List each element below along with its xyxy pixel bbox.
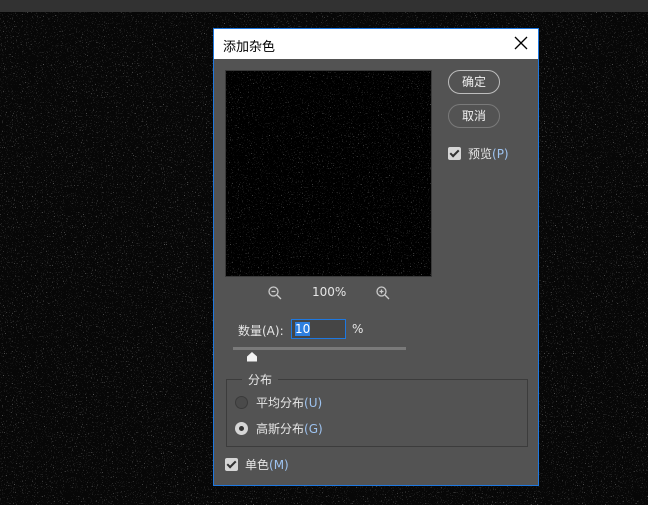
monochromatic-text: 单色 bbox=[245, 458, 270, 472]
gaussian-radio[interactable] bbox=[235, 422, 248, 435]
amount-slider-track[interactable] bbox=[233, 347, 406, 350]
amount-unit: % bbox=[352, 322, 364, 336]
preview-image[interactable] bbox=[225, 70, 432, 277]
preview-checkbox[interactable] bbox=[448, 147, 461, 160]
preview-shortcut: (P) bbox=[492, 147, 509, 161]
amount-label: 数量(A): bbox=[238, 324, 284, 338]
amount-input[interactable]: 10 bbox=[291, 319, 346, 339]
gaussian-text: 高斯分布 bbox=[256, 422, 305, 436]
add-noise-dialog: 添加杂色 确定 取消 预览(P) 100% 数量(A): 10 % 分布 平均分… bbox=[213, 28, 539, 486]
preview-text: 预览 bbox=[468, 147, 493, 161]
zoom-out-icon[interactable] bbox=[267, 285, 283, 301]
uniform-shortcut: (U) bbox=[304, 396, 323, 410]
monochromatic-checkbox[interactable] bbox=[225, 458, 238, 471]
gaussian-label[interactable]: 高斯分布(G) bbox=[256, 420, 323, 437]
uniform-radio[interactable] bbox=[235, 396, 248, 409]
top-bar bbox=[0, 0, 648, 12]
cancel-button[interactable]: 取消 bbox=[448, 104, 500, 128]
preview-label[interactable]: 预览(P) bbox=[468, 145, 509, 162]
zoom-level: 100% bbox=[312, 285, 347, 299]
dialog-title: 添加杂色 bbox=[223, 40, 276, 55]
title-bar[interactable]: 添加杂色 bbox=[214, 29, 538, 59]
monochromatic-shortcut: (M) bbox=[269, 458, 289, 472]
amount-slider-thumb[interactable] bbox=[246, 352, 258, 362]
monochromatic-label[interactable]: 单色(M) bbox=[245, 456, 289, 473]
uniform-label[interactable]: 平均分布(U) bbox=[256, 394, 322, 411]
amount-value: 10 bbox=[295, 322, 311, 336]
zoom-in-icon[interactable] bbox=[375, 285, 391, 301]
distribution-legend: 分布 bbox=[242, 371, 279, 388]
gaussian-shortcut: (G) bbox=[304, 422, 323, 436]
uniform-text: 平均分布 bbox=[256, 396, 305, 410]
ok-button[interactable]: 确定 bbox=[448, 70, 500, 94]
close-icon[interactable] bbox=[512, 34, 530, 52]
